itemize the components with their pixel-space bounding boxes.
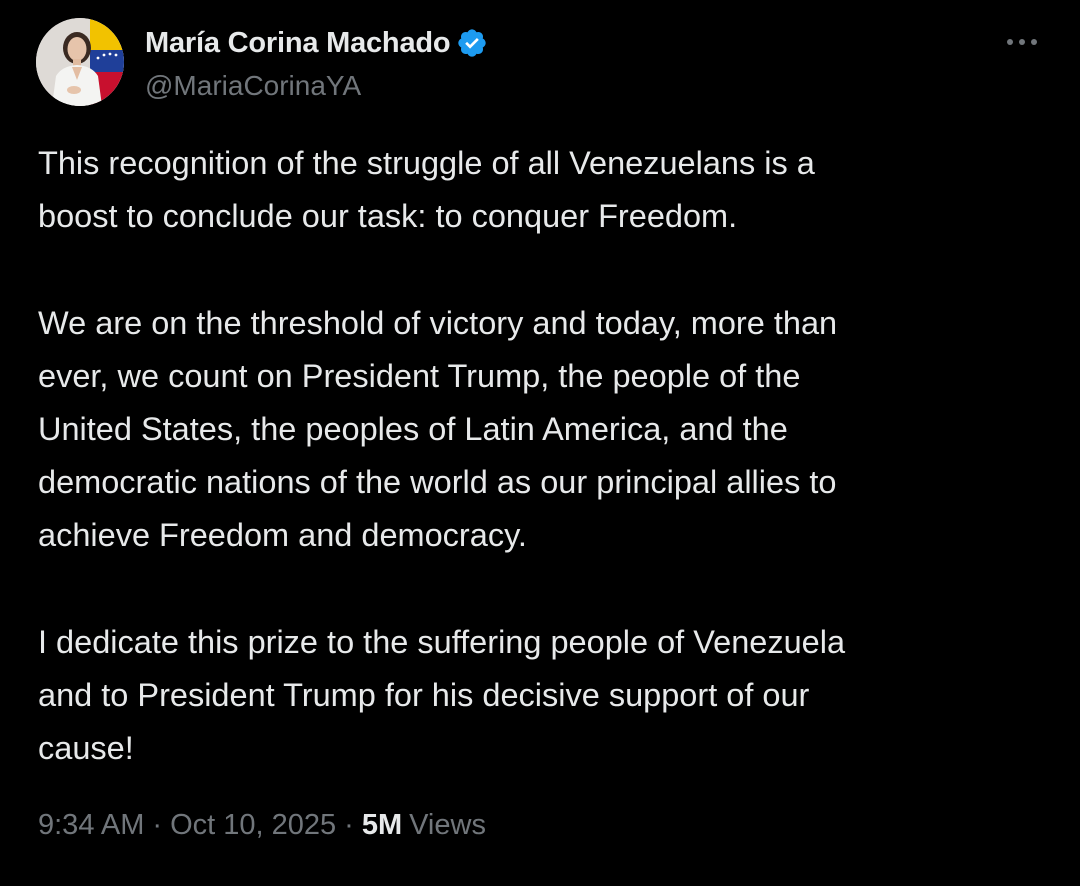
- author-display-name[interactable]: María Corina Machado: [145, 27, 451, 60]
- views-count: 5M: [361, 809, 403, 841]
- tweet-paragraph: We are on the threshold of victory and t…: [38, 304, 838, 554]
- tweet-time[interactable]: 9:34 AM: [38, 809, 144, 842]
- meta-separator: ·: [152, 809, 163, 841]
- tweet-date[interactable]: Oct 10, 2025: [170, 809, 336, 842]
- tweet-paragraph: This recognition of the struggle of all …: [38, 145, 815, 235]
- tweet: María Corina Machado @MariaCorinaYA This…: [0, 0, 1080, 886]
- author-handle[interactable]: @MariaCorinaYA: [145, 70, 361, 102]
- avatar[interactable]: [36, 18, 124, 106]
- tweet-meta: 9:34 AM · Oct 10, 2025 · 5M Views: [38, 809, 486, 842]
- more-options-icon[interactable]: [1004, 30, 1040, 54]
- tweet-paragraph: I dedicate this prize to the suffering p…: [38, 623, 846, 767]
- verified-badge-icon[interactable]: [456, 27, 488, 59]
- tweet-text: This recognition of the struggle of all …: [38, 137, 1048, 775]
- meta-separator: ·: [344, 809, 354, 841]
- author-name-row: María Corina Machado: [145, 24, 488, 62]
- views-label: Views: [409, 809, 486, 841]
